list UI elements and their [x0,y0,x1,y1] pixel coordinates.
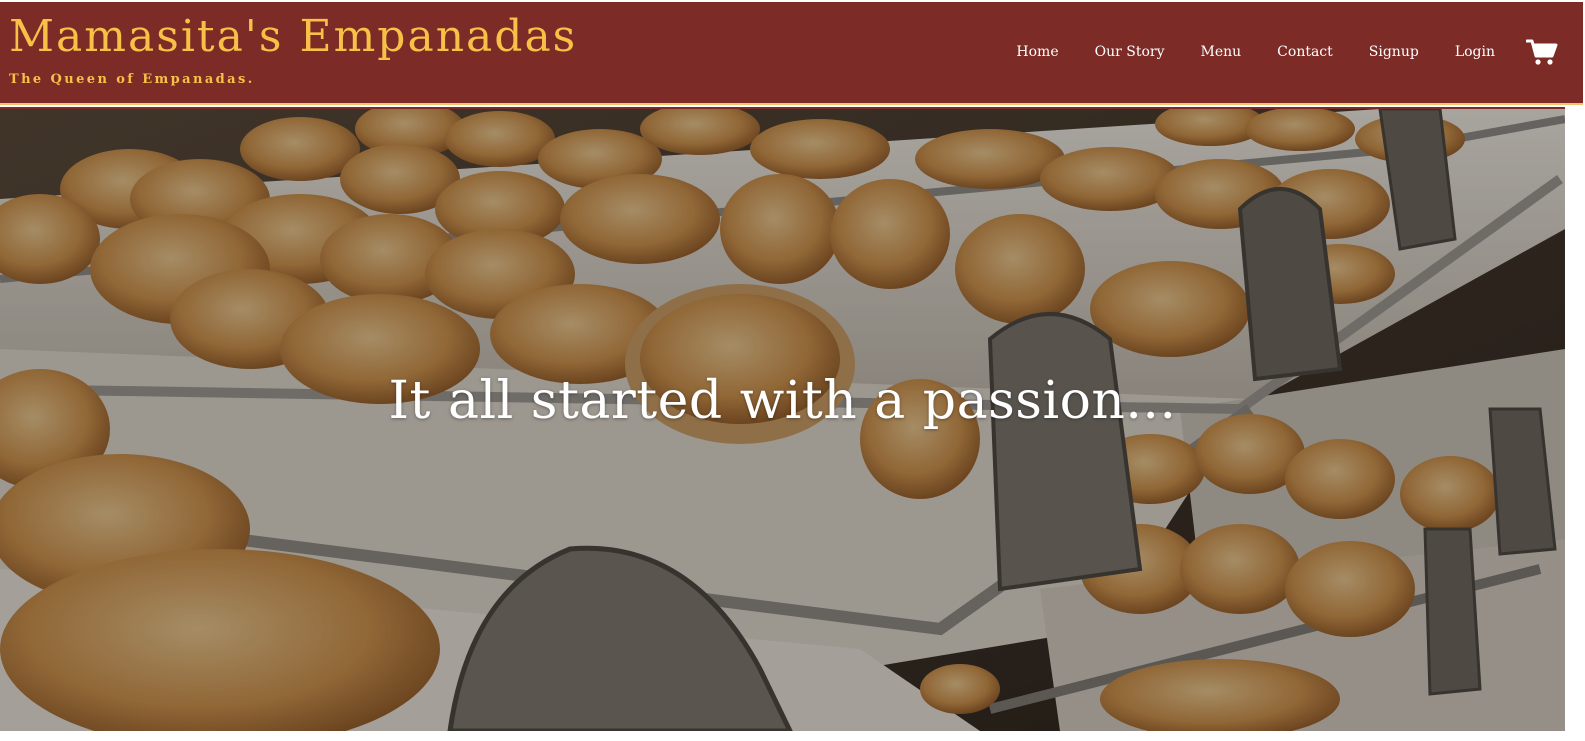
page: Mamasita's Empanadas The Queen of Empana… [0,0,1585,741]
nav-home-link[interactable]: Home [1016,44,1058,60]
nav-login-link[interactable]: Login [1455,44,1495,60]
page-edge [1565,105,1585,741]
brand[interactable]: Mamasita's Empanadas The Queen of Empana… [9,10,577,87]
hero-heading: It all started with a passion... [388,371,1177,431]
hero-banner: It all started with a passion... [0,109,1565,731]
site-tagline: The Queen of Empanadas. [9,72,255,87]
site-header: Mamasita's Empanadas The Queen of Empana… [0,2,1583,109]
nav-contact-link[interactable]: Contact [1277,44,1333,60]
nav-menu-link[interactable]: Menu [1201,44,1242,60]
site-title[interactable]: Mamasita's Empanadas [9,10,577,64]
nav-signup-link[interactable]: Signup [1369,44,1419,60]
nav-our-story-link[interactable]: Our Story [1095,44,1165,60]
main-nav: Home Our Story Menu Contact Signup Login [1016,2,1583,102]
shopping-cart-icon[interactable] [1525,35,1559,69]
